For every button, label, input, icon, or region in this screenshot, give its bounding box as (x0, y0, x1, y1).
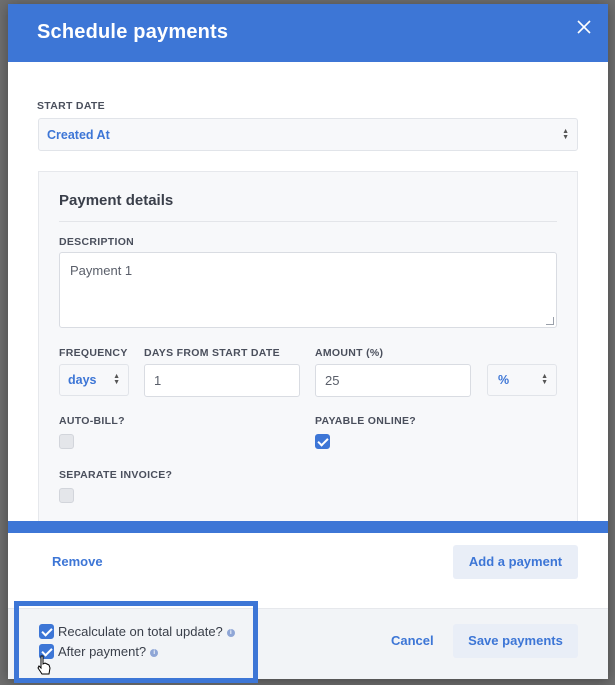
payable-online-label: PAYABLE ONLINE? (315, 415, 416, 427)
description-value: Payment 1 (70, 263, 133, 278)
modal-title: Schedule payments (37, 21, 229, 43)
add-payment-button[interactable]: Add a payment (453, 545, 578, 579)
info-icon[interactable]: i (150, 648, 159, 657)
close-icon[interactable] (572, 16, 596, 40)
separate-invoice-label: SEPARATE INVOICE? (59, 469, 173, 481)
payment-details-panel: Payment details DESCRIPTION Payment 1 FR… (38, 171, 578, 531)
recalculate-label: Recalculate on total update? (58, 624, 223, 639)
cancel-button[interactable]: Cancel (391, 633, 434, 648)
remove-button[interactable]: Remove (52, 554, 103, 569)
separate-invoice-checkbox[interactable] (59, 488, 74, 503)
modal-header: Schedule payments (8, 4, 608, 62)
frequency-select[interactable]: days ▲ ▼ (59, 364, 129, 396)
divider (59, 221, 557, 222)
amount-label: AMOUNT (%) (315, 347, 384, 359)
frequency-value: days (68, 373, 97, 387)
highlight-bar (8, 521, 608, 533)
description-label: DESCRIPTION (59, 236, 135, 248)
auto-bill-checkbox[interactable] (59, 434, 74, 449)
payment-details-title: Payment details (59, 192, 174, 209)
amount-unit-select[interactable]: % ▲ ▼ (487, 364, 557, 396)
select-arrows-icon: ▲ ▼ (113, 373, 120, 386)
payable-online-checkbox[interactable] (315, 434, 330, 449)
after-payment-label: After payment? (58, 644, 147, 659)
save-payments-button[interactable]: Save payments (453, 624, 578, 658)
frequency-label: FREQUENCY (59, 347, 128, 359)
amount-unit-value: % (498, 373, 510, 387)
info-icon[interactable]: i (226, 628, 235, 637)
amount-input[interactable]: 25 (315, 364, 471, 397)
hand-cursor-icon (37, 655, 51, 675)
description-textarea[interactable]: Payment 1 (59, 252, 557, 328)
resize-handle-icon[interactable] (546, 317, 554, 325)
auto-bill-label: AUTO-BILL? (59, 415, 125, 427)
start-date-label: START DATE (37, 100, 105, 112)
select-arrows-icon: ▲ ▼ (562, 127, 569, 141)
select-arrows-icon: ▲ ▼ (541, 373, 548, 386)
schedule-payments-modal: Schedule payments START DATE Created At … (8, 4, 608, 679)
start-date-select[interactable]: Created At ▲ ▼ (38, 118, 578, 151)
days-from-start-input[interactable]: 1 (144, 364, 300, 397)
days-from-start-label: DAYS FROM START DATE (144, 347, 280, 359)
recalculate-checkbox[interactable] (39, 624, 54, 639)
start-date-value: Created At (47, 127, 110, 142)
